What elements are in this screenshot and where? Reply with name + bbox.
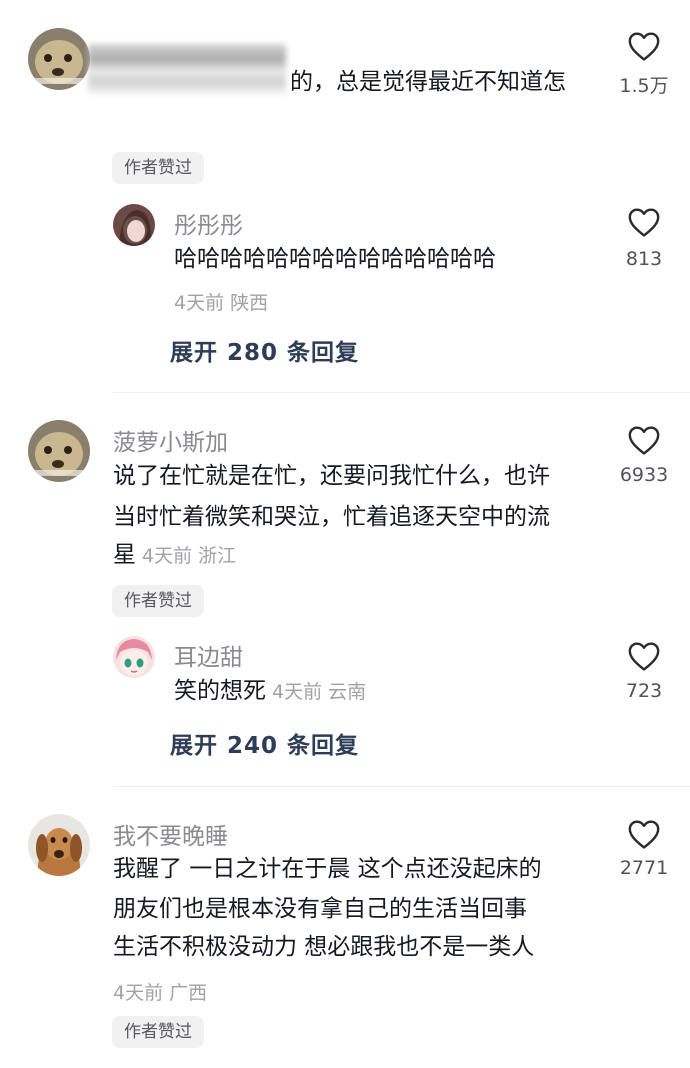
like-count: 813 xyxy=(625,248,663,270)
avatar[interactable] xyxy=(28,28,90,90)
heart-outline-icon[interactable] xyxy=(627,818,661,850)
girl-avatar-icon xyxy=(113,204,155,246)
comment-meta: 4天前 广西 xyxy=(113,982,208,1004)
like-count: 723 xyxy=(625,680,663,702)
heart-outline-icon[interactable] xyxy=(627,424,661,456)
avatar[interactable] xyxy=(28,814,90,876)
dog-avatar-icon xyxy=(28,420,90,482)
reply-text: 笑的想死 4天前 云南 xyxy=(174,678,367,704)
dog-avatar-icon xyxy=(28,28,90,90)
divider xyxy=(113,392,690,393)
redacted-name xyxy=(88,44,286,94)
reply-text: 哈哈哈哈哈哈哈哈哈哈哈哈哈哈 xyxy=(174,246,496,272)
comment-text-line: 当时忙着微笑和哭泣，忙着追逐天空中的流 xyxy=(113,504,550,530)
comment-author-name[interactable]: 菠萝小斯加 xyxy=(113,423,228,457)
avatar[interactable] xyxy=(28,420,90,482)
avatar[interactable] xyxy=(113,636,155,678)
comment-meta: 4天前 浙江 xyxy=(142,545,237,567)
avatar[interactable] xyxy=(113,204,155,246)
reply-meta: 4天前 云南 xyxy=(272,681,367,703)
comment-text-line: 说了在忙就是在忙，还要问我忙什么，也许 xyxy=(113,463,550,489)
expand-replies-button[interactable]: 展开 240 条回复 xyxy=(170,726,359,760)
author-liked-badge: 作者赞过 xyxy=(112,152,204,184)
divider xyxy=(113,786,690,787)
heart-outline-icon[interactable] xyxy=(627,206,661,238)
anime-avatar-icon xyxy=(113,636,155,678)
expand-replies-button[interactable]: 展开 280 条回复 xyxy=(170,333,359,367)
author-liked-badge: 作者赞过 xyxy=(112,585,204,617)
author-liked-badge: 作者赞过 xyxy=(112,1016,204,1048)
like-count: 6933 xyxy=(619,464,669,486)
comment-text-line: 星 4天前 浙江 xyxy=(113,542,237,568)
reply-author-name[interactable]: 彤彤彤 xyxy=(174,206,243,240)
heart-outline-icon[interactable] xyxy=(627,640,661,672)
comment-author-name[interactable]: 我不要晚睡 xyxy=(113,817,228,851)
comment-text-line: 我醒了 一日之计在于晨 这个点还没起床的 xyxy=(113,856,542,882)
like-count: 1.5万 xyxy=(619,75,669,97)
dachshund-avatar-icon xyxy=(28,814,90,876)
heart-outline-icon[interactable] xyxy=(627,30,661,62)
reply-meta: 4天前 陕西 xyxy=(174,292,269,314)
comment-text: 的，总是觉得最近不知道怎 xyxy=(290,69,566,95)
like-count: 2771 xyxy=(619,857,669,879)
comment-text-line: 朋友们也是根本没有拿自己的生活当回事 xyxy=(113,896,527,922)
comment-text-line: 生活不积极没动力 想必跟我也不是一类人 xyxy=(113,934,535,960)
reply-author-name[interactable]: 耳边甜 xyxy=(174,638,243,672)
